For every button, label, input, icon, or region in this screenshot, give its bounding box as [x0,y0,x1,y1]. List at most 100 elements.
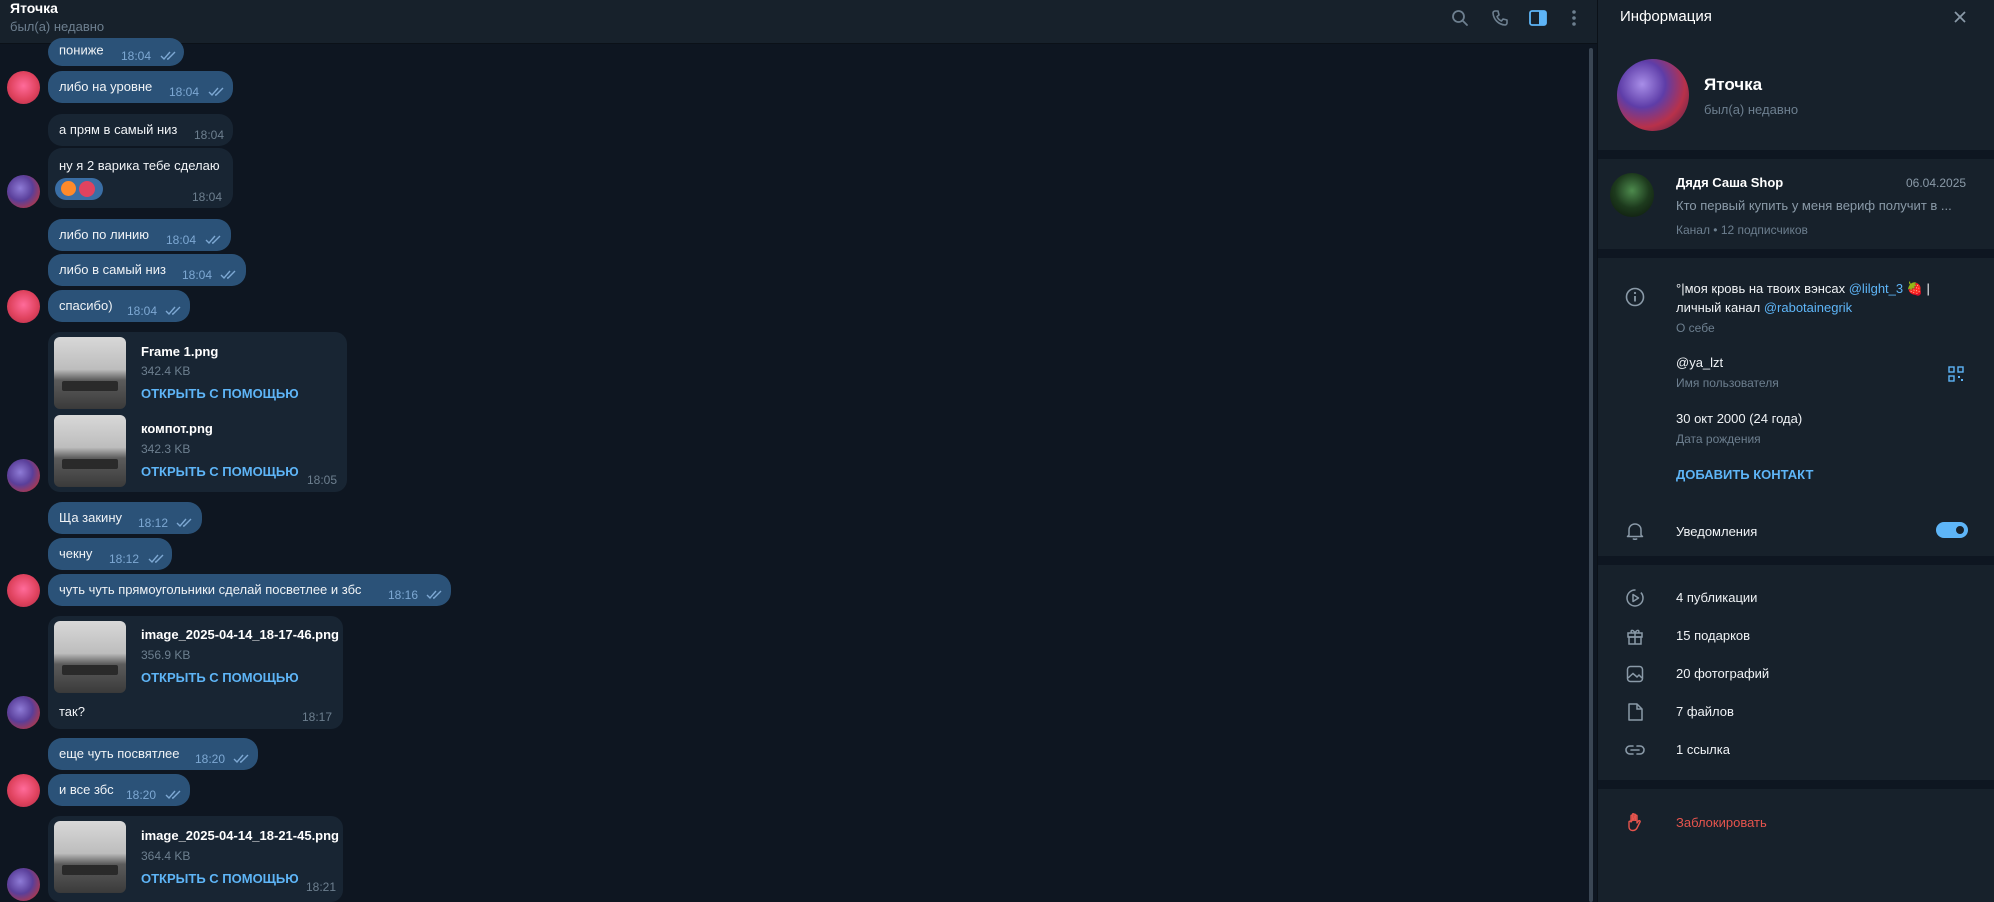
avatar[interactable] [7,71,40,104]
bio-link[interactable]: @rabotainegrik [1764,300,1852,315]
file-size: 342.3 KB [141,442,191,456]
message-bubble[interactable]: спасибо) 18:04 [48,290,190,322]
avatar[interactable] [7,459,40,492]
message-bubble[interactable]: либо в самый низ 18:04 [48,254,246,286]
links-label: 1 ссылка [1676,742,1730,757]
message-bubble[interactable]: чуть чуть прямоугольники сделай посветле… [48,574,451,606]
message-text: чуть чуть прямоугольники сделай посветле… [59,581,362,597]
info-panel: Информация Яточка был(а) недавно Дядя Са… [1598,0,1994,902]
open-with-button[interactable]: ОТКРЫТЬ С ПОМОЩЬЮ [141,464,299,479]
qr-code-icon[interactable] [1948,366,1964,382]
block-button[interactable]: Заблокировать [1676,815,1767,830]
read-ticks-icon [160,51,178,61]
message-time: 18:16 [388,588,419,602]
media-row-posts[interactable]: 4 публикации [1598,580,1994,616]
media-row-gifts[interactable]: 15 подарков [1598,618,1994,654]
file-thumbnail[interactable] [54,621,126,693]
chat-header: Яточка был(а) недавно [0,0,1597,44]
phone-icon[interactable] [1488,6,1512,30]
message-bubble[interactable]: чекну 18:12 [48,538,172,570]
avatar[interactable] [7,774,40,807]
bio-text: личный канал [1676,300,1764,315]
message-bubble[interactable]: еще чуть посвятлее 18:20 [48,738,258,770]
read-ticks-icon [165,306,183,316]
notifications-label: Уведомления [1676,524,1758,539]
file-size: 364.4 KB [141,849,191,863]
message-caption: так? [59,704,85,719]
avatar[interactable] [7,175,40,208]
message-time: 18:05 [307,473,338,487]
file-message: Frame 1.png 342.4 KB ОТКРЫТЬ С ПОМОЩЬЮ к… [48,332,347,492]
file-thumbnail[interactable] [54,337,126,409]
bio-label: О себе [1676,321,1715,335]
photos-label: 20 фотографий [1676,666,1770,681]
notifications-toggle[interactable] [1936,522,1968,538]
message-text: либо на уровне [59,78,153,94]
birthday-label: Дата рождения [1676,432,1761,446]
add-contact-button[interactable]: ДОБАВИТЬ КОНТАКТ [1676,467,1813,482]
sidebar-toggle-icon[interactable] [1526,6,1550,30]
avatar[interactable] [7,290,40,323]
message-time: 18:17 [302,710,333,724]
photo-icon [1624,663,1646,685]
chat-scrollbar[interactable] [1589,48,1593,902]
search-icon[interactable] [1448,6,1472,30]
profile-avatar[interactable] [1617,59,1689,131]
read-ticks-icon [165,790,183,800]
message-bubble[interactable]: либо по линию 18:04 [48,219,231,251]
section-divider [1598,150,1994,159]
message-text: либо по линию [59,226,150,242]
read-ticks-icon [426,590,444,600]
file-thumbnail[interactable] [54,821,126,893]
media-row-photos[interactable]: 20 фотографий [1598,656,1994,692]
message-time: 18:04 [194,128,225,142]
open-with-button[interactable]: ОТКРЫТЬ С ПОМОЩЬЮ [141,871,299,886]
posts-label: 4 публикации [1676,590,1758,605]
bio-line-2: личный канал @rabotainegrik [1676,300,1852,315]
toggle-knob [1954,524,1966,536]
channel-meta: Канал • 12 подписчиков [1676,223,1808,237]
message-bubble[interactable]: Ща закину 18:12 [48,502,202,534]
more-icon[interactable] [1562,6,1586,30]
birthday-value: 30 окт 2000 (24 года) [1676,411,1803,426]
bio-link[interactable]: @lilght_3 [1849,281,1903,296]
read-ticks-icon [220,270,238,280]
avatar[interactable] [7,868,40,901]
chat-title[interactable]: Яточка [10,0,58,16]
file-name: компот.png [141,421,213,436]
media-row-links[interactable]: 1 ссылка [1598,732,1994,768]
message-bubble[interactable]: либо на уровне 18:04 [48,71,233,103]
section-divider [1598,249,1994,258]
info-title: Информация [1620,8,1712,25]
media-row-files[interactable]: 7 файлов [1598,694,1994,730]
message-time: 18:04 [192,190,223,204]
message-bubble[interactable]: а прям в самый низ 18:04 [48,114,233,146]
fire-reaction-icon [61,181,76,196]
read-ticks-icon [148,554,166,564]
avatar[interactable] [7,574,40,607]
chat-status: был(а) недавно [10,19,105,34]
message-time: 18:04 [166,233,197,247]
read-ticks-icon [233,754,251,764]
profile-status: был(а) недавно [1704,102,1799,117]
bell-icon [1624,520,1646,542]
message-text: а прям в самый низ [59,121,178,137]
message-text: Ща закину [59,509,122,525]
open-with-button[interactable]: ОТКРЫТЬ С ПОМОЩЬЮ [141,386,299,401]
bio-text: 🍓 | [1903,281,1930,296]
message-bubble[interactable]: и все збс 18:20 [48,774,190,806]
file-thumbnail[interactable] [54,415,126,487]
close-icon[interactable] [1950,7,1970,27]
channel-preview: Кто первый купить у меня вериф получит в… [1676,198,1952,213]
channel-name: Дядя Саша Shop [1676,175,1784,190]
message-text: чекну [59,545,93,561]
open-with-button[interactable]: ОТКРЫТЬ С ПОМОЩЬЮ [141,670,299,685]
message-reactions[interactable] [55,178,103,200]
username-value[interactable]: @ya_lzt [1676,355,1723,370]
message-bubble[interactable]: пониже 18:04 [48,38,184,66]
channel-date: 06.04.2025 [1906,176,1967,190]
avatar[interactable] [7,696,40,729]
username-label: Имя пользователя [1676,376,1779,390]
section-divider [1598,780,1994,789]
read-ticks-icon [208,87,226,97]
